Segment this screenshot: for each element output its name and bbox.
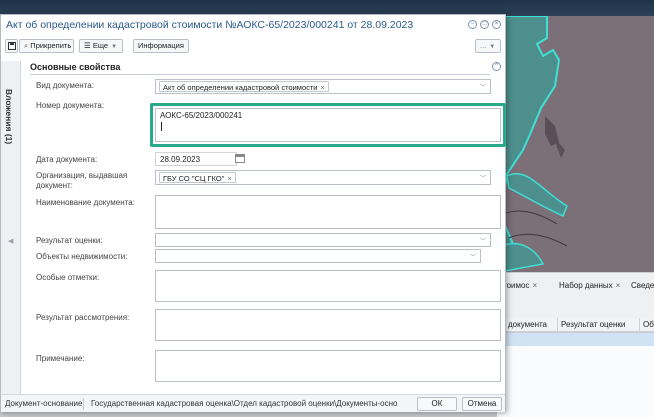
doc-date-value: 28.09.2023: [160, 155, 201, 164]
realty-label: Объекты недвижимости:: [36, 252, 128, 261]
close-icon[interactable]: ×: [532, 281, 537, 290]
ok-button[interactable]: ОК: [417, 397, 457, 411]
dialog-title: Акт об определении кадастровой стоимости…: [6, 19, 414, 31]
chevron-down-icon: ▼: [111, 44, 118, 50]
save-icon: [8, 42, 16, 50]
attachments-label: Вложения (1): [4, 89, 14, 145]
doc-date-label: Дата документа:: [36, 155, 98, 164]
section-title: Основные свойства: [30, 62, 121, 72]
divider: [83, 398, 84, 410]
tab-dataset[interactable]: Набор данных ×: [559, 279, 620, 293]
chevron-down-icon[interactable]: ﹀: [480, 236, 486, 245]
close-button[interactable]: ×: [492, 20, 501, 29]
calendar-icon[interactable]: [235, 154, 245, 163]
background-tab-strip: тоимос × Набор данных × Сведе: [497, 272, 654, 318]
chevron-down-icon: ▼: [489, 44, 496, 50]
collapse-section-button[interactable]: ^: [492, 62, 501, 71]
toolbar: ⌕ Прикрепить ☰ Еще ▼ Информация ... ▼: [5, 39, 503, 54]
table-row[interactable]: [497, 333, 654, 346]
special-marks-label: Особые отметки:: [36, 273, 100, 282]
tab-cost[interactable]: тоимос ×: [503, 279, 537, 293]
doc-type-select[interactable]: Акт об определении кадастровой стоимости…: [155, 79, 491, 94]
org-select[interactable]: ГБУ СО "СЦ ГКО" × ﹀: [155, 170, 491, 185]
doc-number-value: АОКС-65/2023/000241: [160, 111, 243, 120]
note-input[interactable]: [155, 350, 501, 382]
dialog-footer: Документ-основание Государственная кадас…: [1, 394, 505, 412]
chevron-left-icon[interactable]: ◀: [8, 237, 13, 245]
chevron-down-icon[interactable]: ﹀: [480, 173, 486, 182]
remove-icon[interactable]: ×: [321, 83, 325, 92]
org-label-line1: Организация, выдавшая: [36, 171, 128, 180]
background-table-body: [497, 346, 654, 417]
column-header[interactable]: Объ: [639, 318, 654, 332]
doc-number-input[interactable]: АОКС-65/2023/000241: [155, 108, 501, 142]
review-result-label: Результат рассмотрения:: [36, 313, 130, 322]
info-button[interactable]: Информация: [133, 39, 189, 53]
chevron-down-icon[interactable]: ﹀: [480, 82, 486, 91]
form-content: Основные свойства ^ Вид документа: Акт о…: [22, 59, 506, 395]
eval-result-select[interactable]: ﹀: [155, 233, 491, 247]
doc-name-label: Наименование документа:: [36, 198, 135, 207]
column-header[interactable]: документа: [505, 318, 557, 332]
save-button[interactable]: [5, 39, 18, 53]
org-chip: ГБУ СО "СЦ ГКО" ×: [159, 172, 236, 183]
chevron-down-icon[interactable]: ﹀: [470, 252, 476, 261]
background-table-header: документа Результат оценки Объ: [497, 318, 654, 332]
eval-result-label: Результат оценки:: [36, 236, 103, 245]
more-button[interactable]: ☰ Еще ▼: [79, 39, 123, 53]
footer-label: Документ-основание: [5, 399, 83, 408]
remove-icon[interactable]: ×: [227, 174, 231, 183]
tab-info[interactable]: Сведе: [631, 279, 654, 293]
doc-type-chip: Акт об определении кадастровой стоимости…: [159, 81, 329, 92]
attach-button[interactable]: ⌕ Прикрепить: [19, 39, 74, 53]
cancel-button[interactable]: Отмена: [462, 397, 502, 411]
realty-select[interactable]: ﹀: [155, 249, 481, 263]
doc-type-label: Вид документа:: [36, 81, 94, 90]
footer-path: Государственная кадастровая оценка\Отдел…: [91, 399, 397, 408]
overflow-menu-button[interactable]: ... ▼: [475, 39, 501, 53]
note-label: Примечание:: [36, 354, 85, 363]
text-cursor: [161, 122, 162, 131]
org-label-line2: документ:: [36, 181, 73, 190]
doc-date-input[interactable]: 28.09.2023: [155, 152, 237, 166]
paperclip-icon: ⌕: [24, 41, 29, 50]
doc-name-input[interactable]: [155, 195, 501, 229]
document-dialog: Акт об определении кадастровой стоимости…: [0, 14, 506, 412]
menu-icon: ☰: [84, 41, 91, 50]
minimize-button[interactable]: −: [468, 20, 477, 29]
doc-number-label: Номер документа:: [36, 101, 105, 110]
maximize-button[interactable]: □: [480, 20, 489, 29]
close-icon[interactable]: ×: [616, 281, 621, 290]
review-result-input[interactable]: [155, 309, 501, 341]
column-header[interactable]: Результат оценки: [557, 318, 639, 332]
special-marks-input[interactable]: [155, 270, 501, 302]
divider: [30, 74, 490, 75]
attachments-side-tab[interactable]: Вложения (1) ◀: [1, 61, 21, 397]
map-view[interactable]: [497, 16, 654, 272]
